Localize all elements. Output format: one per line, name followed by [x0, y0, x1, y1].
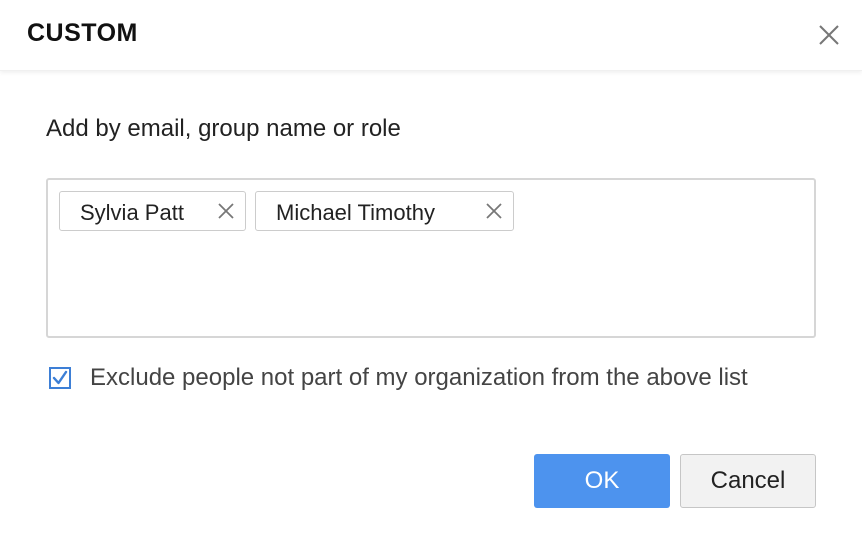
remove-recipient-icon[interactable] [217, 202, 235, 220]
recipients-instruction: Add by email, group name or role [46, 115, 401, 142]
recipient-chip: Michael Timothy [255, 191, 514, 231]
recipient-chip-label: Sylvia Patt [80, 200, 184, 225]
dialog-header: CUSTOM [0, 0, 862, 71]
recipient-chip-label: Michael Timothy [276, 200, 435, 225]
custom-dialog: CUSTOM Add by email, group name or role … [0, 0, 862, 556]
recipients-input[interactable]: Sylvia Patt Michael Timothy [46, 178, 816, 338]
ok-button[interactable]: OK [534, 454, 670, 508]
close-icon[interactable] [814, 20, 844, 50]
remove-recipient-icon[interactable] [485, 202, 503, 220]
dialog-title: CUSTOM [27, 19, 138, 47]
exclude-checkbox-label: Exclude people not part of my organizati… [90, 364, 748, 391]
exclude-checkbox[interactable] [49, 367, 71, 389]
cancel-button[interactable]: Cancel [680, 454, 816, 508]
recipient-chip: Sylvia Patt [59, 191, 246, 231]
